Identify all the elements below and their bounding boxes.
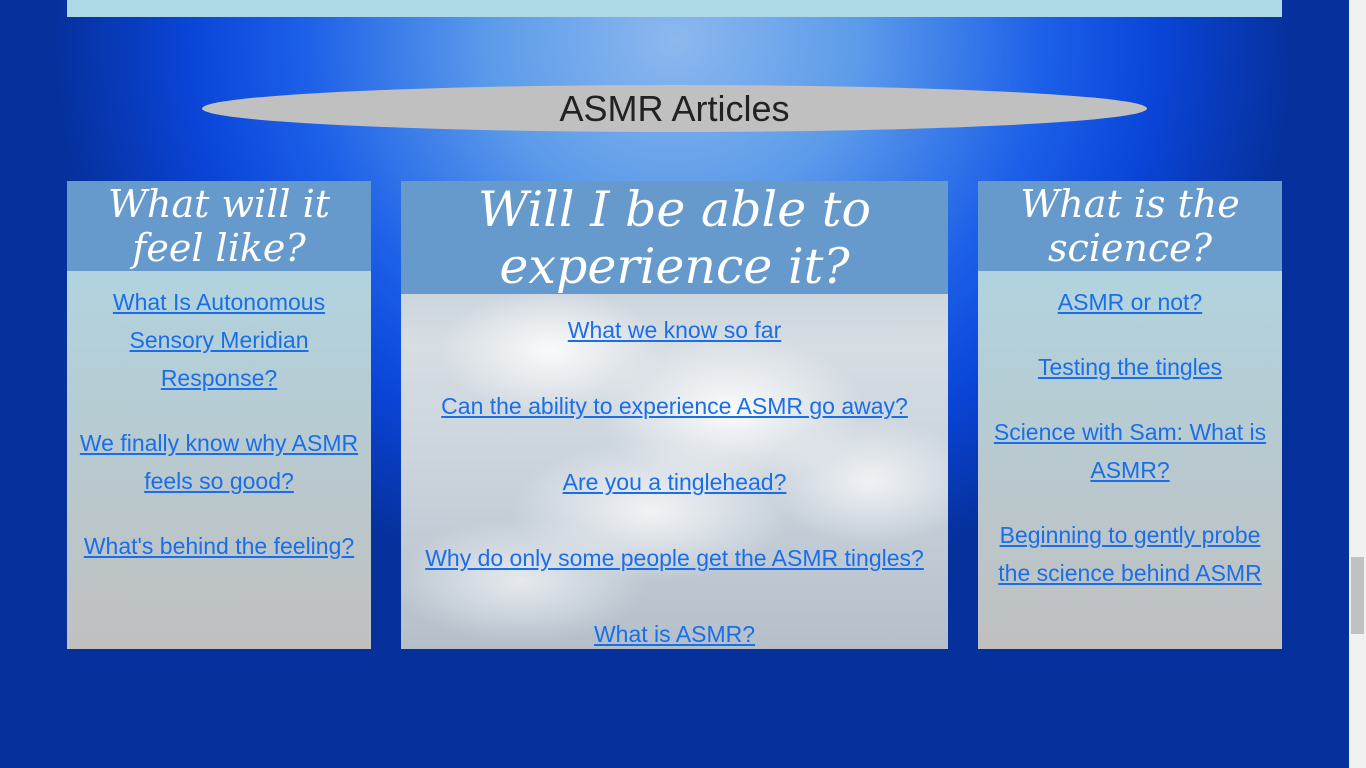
article-link[interactable]: We finally know why ASMR feels so good? [80, 430, 358, 494]
feel-article-list: What Is Autonomous Sensory Meridian Resp… [67, 271, 371, 565]
section-title-banner: ASMR Articles [202, 85, 1147, 132]
article-link[interactable]: What's behind the feeling? [84, 533, 354, 559]
scrollbar-thumb[interactable] [1351, 557, 1364, 634]
article-link[interactable]: What we know so far [568, 317, 781, 343]
list-item: Science with Sam: What is ASMR? [986, 413, 1274, 489]
list-item: Are you a tinglehead? [409, 463, 940, 501]
feel-panel-heading: What will it feel like? [67, 181, 371, 271]
list-item: Can the ability to experience ASMR go aw… [409, 387, 940, 425]
article-link[interactable]: Are you a tinglehead? [563, 469, 787, 495]
list-item: Testing the tingles [986, 348, 1274, 386]
top-content-strip [67, 0, 1282, 17]
list-item: What we know so far [409, 311, 940, 349]
feel-panel: What will it feel like? What Is Autonomo… [67, 181, 371, 649]
experience-panel: Will I be able to experience it? What we… [401, 181, 948, 649]
article-link[interactable]: Science with Sam: What is ASMR? [994, 419, 1266, 483]
article-link[interactable]: What is ASMR? [594, 621, 755, 647]
article-link[interactable]: Beginning to gently probe the science be… [998, 522, 1261, 586]
article-link[interactable]: Can the ability to experience ASMR go aw… [441, 393, 908, 419]
list-item: What is ASMR? [409, 615, 940, 649]
article-link[interactable]: ASMR or not? [1058, 289, 1202, 315]
science-panel-heading: What is the science? [978, 181, 1282, 271]
list-item: What Is Autonomous Sensory Meridian Resp… [75, 283, 363, 397]
science-panel: What is the science? ASMR or not? Testin… [978, 181, 1282, 649]
list-item: ASMR or not? [986, 283, 1274, 321]
article-link[interactable]: What Is Autonomous Sensory Meridian Resp… [113, 289, 325, 391]
list-item: Beginning to gently probe the science be… [986, 516, 1274, 592]
page-scrollbar[interactable] [1349, 0, 1366, 768]
article-link[interactable]: Testing the tingles [1038, 354, 1222, 380]
article-link[interactable]: Why do only some people get the ASMR tin… [425, 545, 924, 571]
experience-article-list: What we know so far Can the ability to e… [401, 294, 948, 649]
section-title: ASMR Articles [559, 87, 790, 129]
experience-panel-heading: Will I be able to experience it? [401, 181, 948, 295]
list-item: Why do only some people get the ASMR tin… [409, 539, 940, 577]
list-item: What's behind the feeling? [75, 527, 363, 565]
list-item: We finally know why ASMR feels so good? [75, 424, 363, 500]
science-article-list: ASMR or not? Testing the tingles Science… [978, 271, 1282, 592]
